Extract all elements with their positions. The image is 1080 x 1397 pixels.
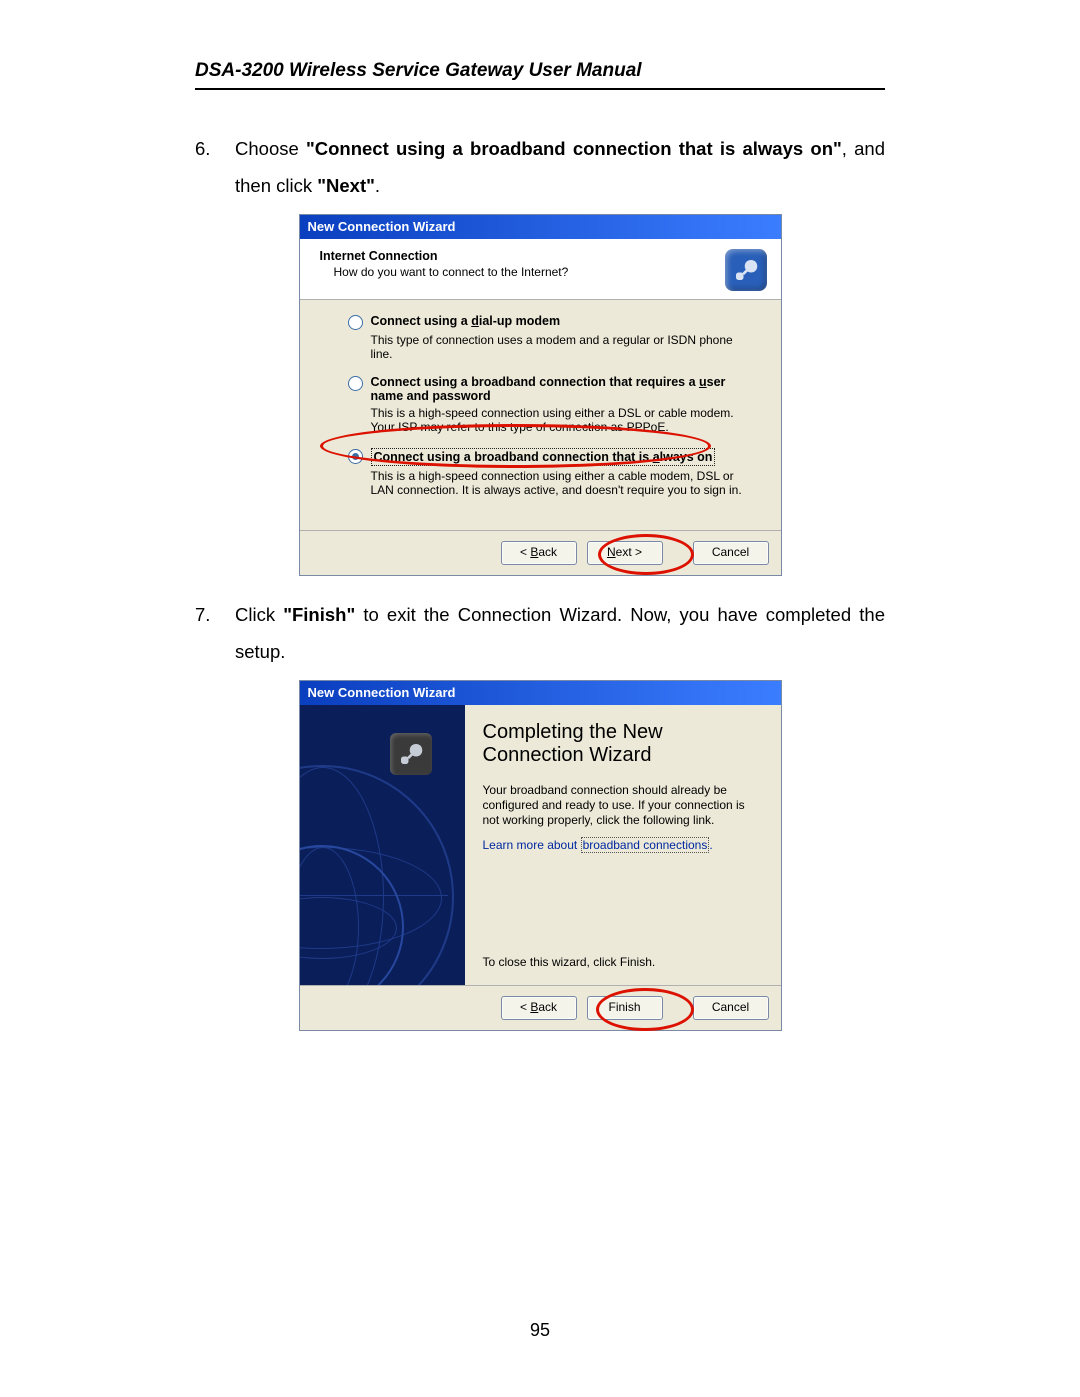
radio-option-broadband-auth[interactable]: Connect using a broadband connection tha…: [348, 375, 751, 403]
close-instruction: To close this wizard, click Finish.: [483, 955, 761, 969]
step-text: Choose "Connect using a broadband connec…: [235, 130, 885, 204]
radio-option-broadband-always[interactable]: Connect using a broadband connection tha…: [348, 448, 751, 466]
dialog-header-title: Internet Connection: [320, 249, 725, 263]
radio-icon: [348, 376, 363, 391]
radio-icon: [348, 315, 363, 330]
new-connection-wizard-finish: New Connection Wizard Completing the New…: [299, 680, 782, 1031]
next-button[interactable]: Next >: [587, 541, 663, 565]
step-text: Click "Finish" to exit the Connection Wi…: [235, 596, 885, 670]
radio-option-dialup[interactable]: Connect using a dial-up modem: [348, 314, 751, 330]
radio-description: This is a high-speed connection using ei…: [371, 406, 751, 434]
step-number: 6.: [195, 130, 215, 204]
radio-description: This is a high-speed connection using ei…: [371, 469, 751, 497]
radio-description: This type of connection uses a modem and…: [371, 333, 751, 361]
back-button[interactable]: < Back: [501, 541, 577, 565]
cancel-button[interactable]: Cancel: [693, 541, 769, 565]
back-button[interactable]: < Back: [501, 996, 577, 1020]
document-page: DSA-3200 Wireless Service Gateway User M…: [0, 0, 1080, 1397]
connection-icon: [725, 249, 767, 291]
completion-title: Completing the New Connection Wizard: [483, 721, 761, 767]
radio-icon: [348, 449, 363, 464]
dialog-body: Completing the New Connection Wizard You…: [300, 705, 781, 985]
cancel-button[interactable]: Cancel: [693, 996, 769, 1020]
page-number: 95: [0, 1320, 1080, 1341]
dialog-footer: < Back Next > Cancel: [300, 530, 781, 575]
dialog-body: Connect using a dial-up modem This type …: [300, 300, 781, 530]
step-number: 7.: [195, 596, 215, 670]
selected-radio-label: Connect using a broadband connection tha…: [371, 448, 716, 466]
dialog-titlebar: New Connection Wizard: [300, 215, 781, 239]
broadband-link[interactable]: broadband connections: [581, 837, 710, 853]
dialog-footer: < Back Finish Cancel: [300, 985, 781, 1030]
learn-more-row: Learn more about broadband connections.: [483, 838, 761, 852]
wizard-sidebar-graphic: [300, 705, 465, 985]
dialog-header: Internet Connection How do you want to c…: [300, 239, 781, 300]
finish-button[interactable]: Finish: [587, 996, 663, 1020]
document-header: DSA-3200 Wireless Service Gateway User M…: [195, 60, 885, 90]
instruction-step: 7. Click "Finish" to exit the Connection…: [195, 596, 885, 670]
dialog-header-subtitle: How do you want to connect to the Intern…: [320, 265, 725, 279]
instruction-step: 6. Choose "Connect using a broadband con…: [195, 130, 885, 204]
connection-icon: [390, 733, 432, 775]
new-connection-wizard: New Connection Wizard Internet Connectio…: [299, 214, 782, 576]
completion-description: Your broadband connection should already…: [483, 783, 761, 828]
dialog-titlebar: New Connection Wizard: [300, 681, 781, 705]
